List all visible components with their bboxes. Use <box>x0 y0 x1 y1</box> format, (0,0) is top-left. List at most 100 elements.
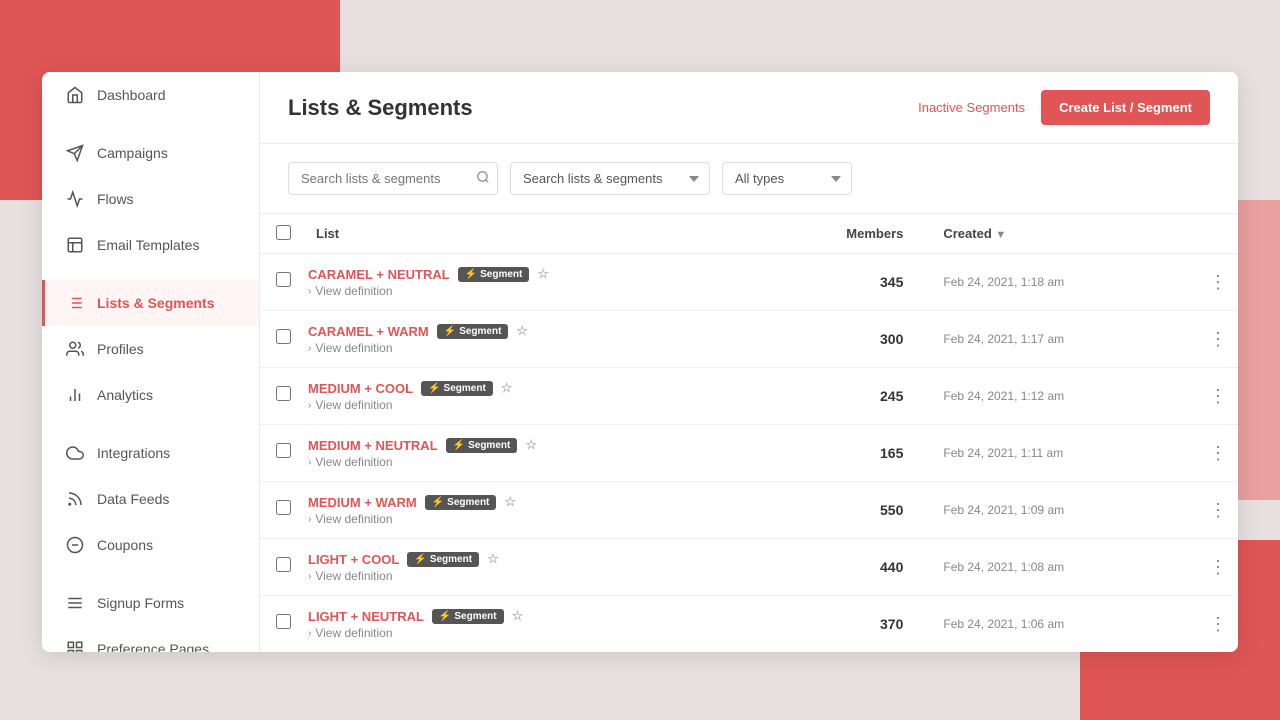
star-icon[interactable]: ☆ <box>487 551 499 567</box>
list-name-text: LIGHT + COOL <box>308 552 399 567</box>
row-actions-cell: ⋮ <box>1198 539 1238 596</box>
sidebar-label-analytics: Analytics <box>97 387 153 403</box>
more-actions-button[interactable]: ⋮ <box>1201 553 1235 582</box>
sidebar-label-flows: Flows <box>97 191 134 207</box>
sidebar-item-signup-forms[interactable]: Signup Forms <box>42 580 259 626</box>
table-row: MEDIUM + WARM ⚡ Segment ☆ › View definit… <box>260 482 1238 539</box>
filter-bar: Search lists & segments All types <box>260 144 1238 214</box>
sidebar-item-campaigns[interactable]: Campaigns <box>42 130 259 176</box>
sidebar-item-data-feeds[interactable]: Data Feeds <box>42 476 259 522</box>
row-actions-cell: ⋮ <box>1198 596 1238 653</box>
paper-plane-icon <box>65 143 85 163</box>
type-filter-dropdown[interactable]: All types <box>722 162 852 195</box>
more-actions-button[interactable]: ⋮ <box>1201 439 1235 468</box>
table-row: LIGHT + NEUTRAL ⚡ Segment ☆ › View defin… <box>260 596 1238 653</box>
segment-badge: ⚡ Segment <box>407 552 479 567</box>
view-definition-link[interactable]: › View definition <box>308 512 747 526</box>
list-name: CARAMEL + WARM ⚡ Segment ☆ <box>308 323 747 339</box>
more-actions-button[interactable]: ⋮ <box>1201 268 1235 297</box>
created-column-header[interactable]: Created ▼ <box>927 214 1198 254</box>
members-count: 440 <box>755 539 927 596</box>
sidebar-label-campaigns: Campaigns <box>97 145 168 161</box>
sidebar-label-lists-segments: Lists & Segments <box>97 295 214 311</box>
star-icon[interactable]: ☆ <box>516 323 528 339</box>
row-actions-cell: ⋮ <box>1198 425 1238 482</box>
list-name-cell: CARAMEL + WARM ⚡ Segment ☆ › View defini… <box>300 311 755 368</box>
row-checkbox-cell <box>260 425 300 482</box>
more-actions-button[interactable]: ⋮ <box>1201 496 1235 525</box>
row-checkbox-3[interactable] <box>276 443 291 458</box>
sidebar-item-email-templates[interactable]: Email Templates <box>42 222 259 268</box>
row-checkbox-0[interactable] <box>276 272 291 287</box>
created-date: Feb 24, 2021, 1:17 am <box>927 311 1198 368</box>
search-button[interactable] <box>476 170 490 188</box>
list-name: CARAMEL + NEUTRAL ⚡ Segment ☆ <box>308 266 747 282</box>
sidebar-item-coupons[interactable]: Coupons <box>42 522 259 568</box>
create-list-segment-button[interactable]: Create List / Segment <box>1041 90 1210 125</box>
star-icon[interactable]: ☆ <box>512 608 524 624</box>
view-definition-label: View definition <box>315 455 392 469</box>
chevron-right-icon: › <box>308 514 311 525</box>
star-icon[interactable]: ☆ <box>501 380 513 396</box>
sidebar-item-integrations[interactable]: Integrations <box>42 430 259 476</box>
list-name-text: CARAMEL + NEUTRAL <box>308 267 450 282</box>
row-actions-cell: ⋮ <box>1198 311 1238 368</box>
view-definition-link[interactable]: › View definition <box>308 341 747 355</box>
sidebar: Dashboard Campaigns Flows <box>42 72 260 652</box>
chevron-right-icon: › <box>308 457 311 468</box>
view-definition-link[interactable]: › View definition <box>308 398 747 412</box>
row-checkbox-5[interactable] <box>276 557 291 572</box>
row-checkbox-2[interactable] <box>276 386 291 401</box>
lightning-icon: ⚡ <box>465 269 477 280</box>
table-container: List Members Created ▼ CARAMEL + <box>260 214 1238 652</box>
row-checkbox-cell <box>260 539 300 596</box>
view-definition-link[interactable]: › View definition <box>308 626 747 640</box>
row-checkbox-cell <box>260 311 300 368</box>
more-actions-button[interactable]: ⋮ <box>1201 610 1235 639</box>
view-definition-link[interactable]: › View definition <box>308 455 747 469</box>
sidebar-item-profiles[interactable]: Profiles <box>42 326 259 372</box>
sidebar-item-dashboard[interactable]: Dashboard <box>42 72 259 118</box>
row-checkbox-6[interactable] <box>276 614 291 629</box>
view-definition-label: View definition <box>315 341 392 355</box>
row-checkbox-cell <box>260 254 300 311</box>
star-icon[interactable]: ☆ <box>525 437 537 453</box>
created-date: Feb 24, 2021, 1:11 am <box>927 425 1198 482</box>
more-actions-button[interactable]: ⋮ <box>1201 325 1235 354</box>
sidebar-item-analytics[interactable]: Analytics <box>42 372 259 418</box>
list-name: MEDIUM + WARM ⚡ Segment ☆ <box>308 494 747 510</box>
select-all-checkbox[interactable] <box>276 225 291 240</box>
preference-icon <box>65 639 85 652</box>
table-row: CARAMEL + WARM ⚡ Segment ☆ › View defini… <box>260 311 1238 368</box>
sidebar-item-lists-segments[interactable]: Lists & Segments <box>42 280 259 326</box>
table-row: MEDIUM + NEUTRAL ⚡ Segment ☆ › View defi… <box>260 425 1238 482</box>
sort-arrow-icon: ▼ <box>995 229 1006 241</box>
view-definition-label: View definition <box>315 512 392 526</box>
table-row: MEDIUM + COOL ⚡ Segment ☆ › View definit… <box>260 368 1238 425</box>
row-checkbox-4[interactable] <box>276 500 291 515</box>
star-icon[interactable]: ☆ <box>537 266 549 282</box>
coupon-icon <box>65 535 85 555</box>
star-icon[interactable]: ☆ <box>504 494 516 510</box>
segment-badge: ⚡ Segment <box>425 495 497 510</box>
lightning-icon: ⚡ <box>432 497 444 508</box>
sidebar-item-flows[interactable]: Flows <box>42 176 259 222</box>
row-actions-cell: ⋮ <box>1198 254 1238 311</box>
view-definition-link[interactable]: › View definition <box>308 284 747 298</box>
lists-table: List Members Created ▼ CARAMEL + <box>260 214 1238 652</box>
row-checkbox-1[interactable] <box>276 329 291 344</box>
members-count: 345 <box>755 254 927 311</box>
header-actions: Inactive Segments Create List / Segment <box>918 90 1210 125</box>
sidebar-item-preference-pages[interactable]: Preference Pages <box>42 626 259 652</box>
inactive-segments-link[interactable]: Inactive Segments <box>918 100 1025 115</box>
sidebar-label-data-feeds: Data Feeds <box>97 491 169 507</box>
search-input[interactable] <box>288 162 498 195</box>
chevron-right-icon: › <box>308 343 311 354</box>
flow-icon <box>65 189 85 209</box>
list-segment-dropdown[interactable]: Search lists & segments <box>510 162 710 195</box>
more-actions-button[interactable]: ⋮ <box>1201 382 1235 411</box>
page-title: Lists & Segments <box>288 95 473 121</box>
members-column-header: Members <box>755 214 927 254</box>
template-icon <box>65 235 85 255</box>
view-definition-link[interactable]: › View definition <box>308 569 747 583</box>
